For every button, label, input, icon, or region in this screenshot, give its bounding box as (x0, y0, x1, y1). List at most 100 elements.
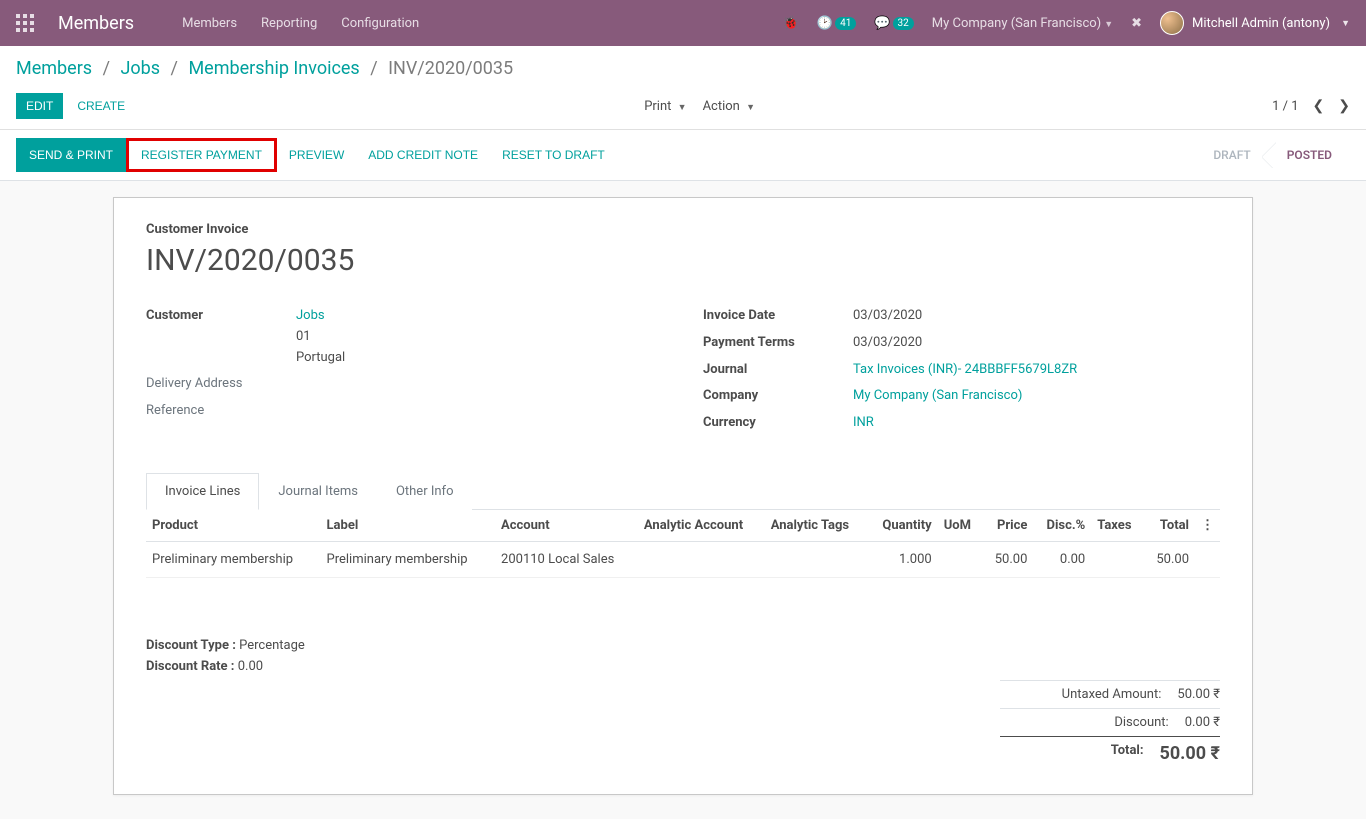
user-menu[interactable]: Mitchell Admin (antony)▼ (1160, 11, 1350, 35)
company-link[interactable]: My Company (San Francisco) (853, 388, 1022, 403)
action-dropdown[interactable]: Action ▼ (703, 99, 755, 114)
breadcrumb-sep: / (103, 58, 110, 79)
pager: 1 / 1 (1272, 99, 1298, 114)
invoice-date-value: 03/03/2020 (853, 306, 1220, 327)
nav-right: 🐞 🕑41 💬32 My Company (San Francisco)▼ ✖ … (783, 11, 1350, 35)
reference-value (296, 401, 663, 422)
activities-icon[interactable]: 🕑41 (817, 16, 856, 31)
statusbar: SEND & PRINT REGISTER PAYMENT PREVIEW AD… (0, 130, 1366, 181)
discount-type-label: Discount Type : (146, 638, 236, 653)
cell-label: Preliminary membership (321, 541, 496, 577)
tab-journal-items[interactable]: Journal Items (259, 473, 377, 510)
status-posted[interactable]: POSTED (1269, 142, 1350, 168)
company-name: My Company (San Francisco) (932, 16, 1101, 31)
columns-menu-icon[interactable]: ⋮ (1195, 510, 1220, 542)
discount-rate-label: Discount Rate : (146, 659, 234, 674)
messages-badge: 32 (893, 17, 914, 30)
company-selector[interactable]: My Company (San Francisco)▼ (932, 16, 1113, 31)
cell-disc: 0.00 (1033, 541, 1091, 577)
customer-link[interactable]: Jobs (296, 308, 325, 323)
invoice-number: INV/2020/0035 (146, 243, 1220, 278)
status-draft[interactable]: DRAFT (1195, 142, 1268, 168)
breadcrumb-invoices[interactable]: Membership Invoices (188, 58, 359, 79)
studio-icon[interactable]: ✖ (1131, 16, 1142, 31)
navbar: Members Members Reporting Configuration … (0, 0, 1366, 46)
avatar (1160, 11, 1184, 35)
edit-button[interactable]: EDIT (16, 93, 63, 119)
journal-link[interactable]: Tax Invoices (INR)- 24BBBFF5679L8ZR (853, 362, 1077, 377)
nav-links: Members Reporting Configuration (182, 16, 783, 31)
total-label: Total: (1000, 743, 1144, 764)
breadcrumb-members[interactable]: Members (16, 58, 92, 79)
cell-account: 200110 Local Sales (495, 541, 638, 577)
company-label: Company (703, 386, 853, 407)
tabs: Invoice Lines Journal Items Other Info (146, 472, 1220, 510)
breadcrumb-current: INV/2020/0035 (388, 58, 513, 79)
breadcrumb-sep: / (370, 58, 377, 79)
brand[interactable]: Members (58, 13, 134, 34)
print-dropdown[interactable]: Print ▼ (644, 99, 686, 114)
tab-other-info[interactable]: Other Info (377, 473, 473, 510)
user-name: Mitchell Admin (antony) (1192, 16, 1330, 31)
hdr-label: Label (321, 510, 496, 542)
activities-badge: 41 (835, 17, 856, 30)
cp-row: EDIT CREATE Print ▼ Action ▼ 1 / 1 ❮ ❯ (16, 93, 1350, 129)
cp-left: EDIT CREATE (16, 93, 127, 119)
hdr-quantity: Quantity (868, 510, 938, 542)
create-button[interactable]: CREATE (75, 93, 127, 119)
debug-icon[interactable]: 🐞 (783, 16, 799, 31)
discount-total-label: Discount: (1000, 715, 1169, 730)
statusbar-buttons: SEND & PRINT REGISTER PAYMENT PREVIEW AD… (16, 138, 617, 172)
discount-rate-row: Discount Rate : 0.00 (146, 659, 1220, 674)
reset-to-draft-button[interactable]: RESET TO DRAFT (490, 138, 617, 172)
cell-taxes (1091, 541, 1144, 577)
apps-icon[interactable] (16, 14, 34, 32)
register-payment-button[interactable]: REGISTER PAYMENT (129, 141, 274, 169)
customer-label: Customer (146, 306, 296, 368)
send-print-button[interactable]: SEND & PRINT (16, 138, 126, 172)
hdr-disc: Disc.% (1033, 510, 1091, 542)
breadcrumb-sep: / (171, 58, 178, 79)
hdr-analytic-account: Analytic Account (638, 510, 765, 542)
customer-addr1: 01 (296, 329, 311, 344)
untaxed-value: 50.00 ₹ (1177, 687, 1220, 702)
form-col-left: Customer Jobs 01 Portugal Delivery Addre… (146, 306, 663, 440)
total-value: 50.00 ₹ (1160, 743, 1220, 764)
pager-next-icon[interactable]: ❯ (1338, 98, 1350, 114)
cp-center: Print ▼ Action ▼ (127, 99, 1272, 114)
currency-label: Currency (703, 413, 853, 434)
hdr-analytic-tags: Analytic Tags (765, 510, 868, 542)
cell-price: 50.00 (982, 541, 1033, 577)
nav-configuration[interactable]: Configuration (341, 16, 419, 31)
tab-invoice-lines[interactable]: Invoice Lines (146, 473, 259, 510)
add-credit-note-button[interactable]: ADD CREDIT NOTE (356, 138, 490, 172)
journal-label: Journal (703, 360, 853, 381)
highlight-annotation: REGISTER PAYMENT (126, 138, 277, 172)
pager-prev-icon[interactable]: ❮ (1313, 98, 1325, 114)
hdr-account: Account (495, 510, 638, 542)
nav-members[interactable]: Members (182, 16, 237, 31)
messages-icon[interactable]: 💬32 (874, 16, 913, 31)
sheet: Customer Invoice INV/2020/0035 Customer … (113, 197, 1253, 795)
customer-addr2: Portugal (296, 350, 345, 365)
breadcrumb-jobs[interactable]: Jobs (120, 58, 160, 79)
table-row[interactable]: Preliminary membership Preliminary membe… (146, 541, 1220, 577)
preview-button[interactable]: PREVIEW (277, 138, 356, 172)
cell-analytic-account (638, 541, 765, 577)
nav-reporting[interactable]: Reporting (261, 16, 317, 31)
invoice-date-label: Invoice Date (703, 306, 853, 327)
untaxed-label: Untaxed Amount: (1000, 687, 1161, 702)
totals: Untaxed Amount: 50.00 ₹ Discount: 0.00 ₹… (1000, 680, 1220, 770)
form-cols: Customer Jobs 01 Portugal Delivery Addre… (146, 306, 1220, 440)
hdr-uom: UoM (938, 510, 983, 542)
breadcrumb: Members / Jobs / Membership Invoices / I… (16, 58, 1350, 79)
currency-link[interactable]: INR (853, 415, 874, 430)
control-panel: Members / Jobs / Membership Invoices / I… (0, 46, 1366, 130)
cell-analytic-tags (765, 541, 868, 577)
payment-terms-value: 03/03/2020 (853, 333, 1220, 354)
invoice-type-label: Customer Invoice (146, 222, 1220, 237)
discount-type-value: Percentage (239, 638, 305, 653)
cell-uom (938, 541, 983, 577)
delivery-label: Delivery Address (146, 374, 296, 395)
customer-value: Jobs 01 Portugal (296, 306, 663, 368)
